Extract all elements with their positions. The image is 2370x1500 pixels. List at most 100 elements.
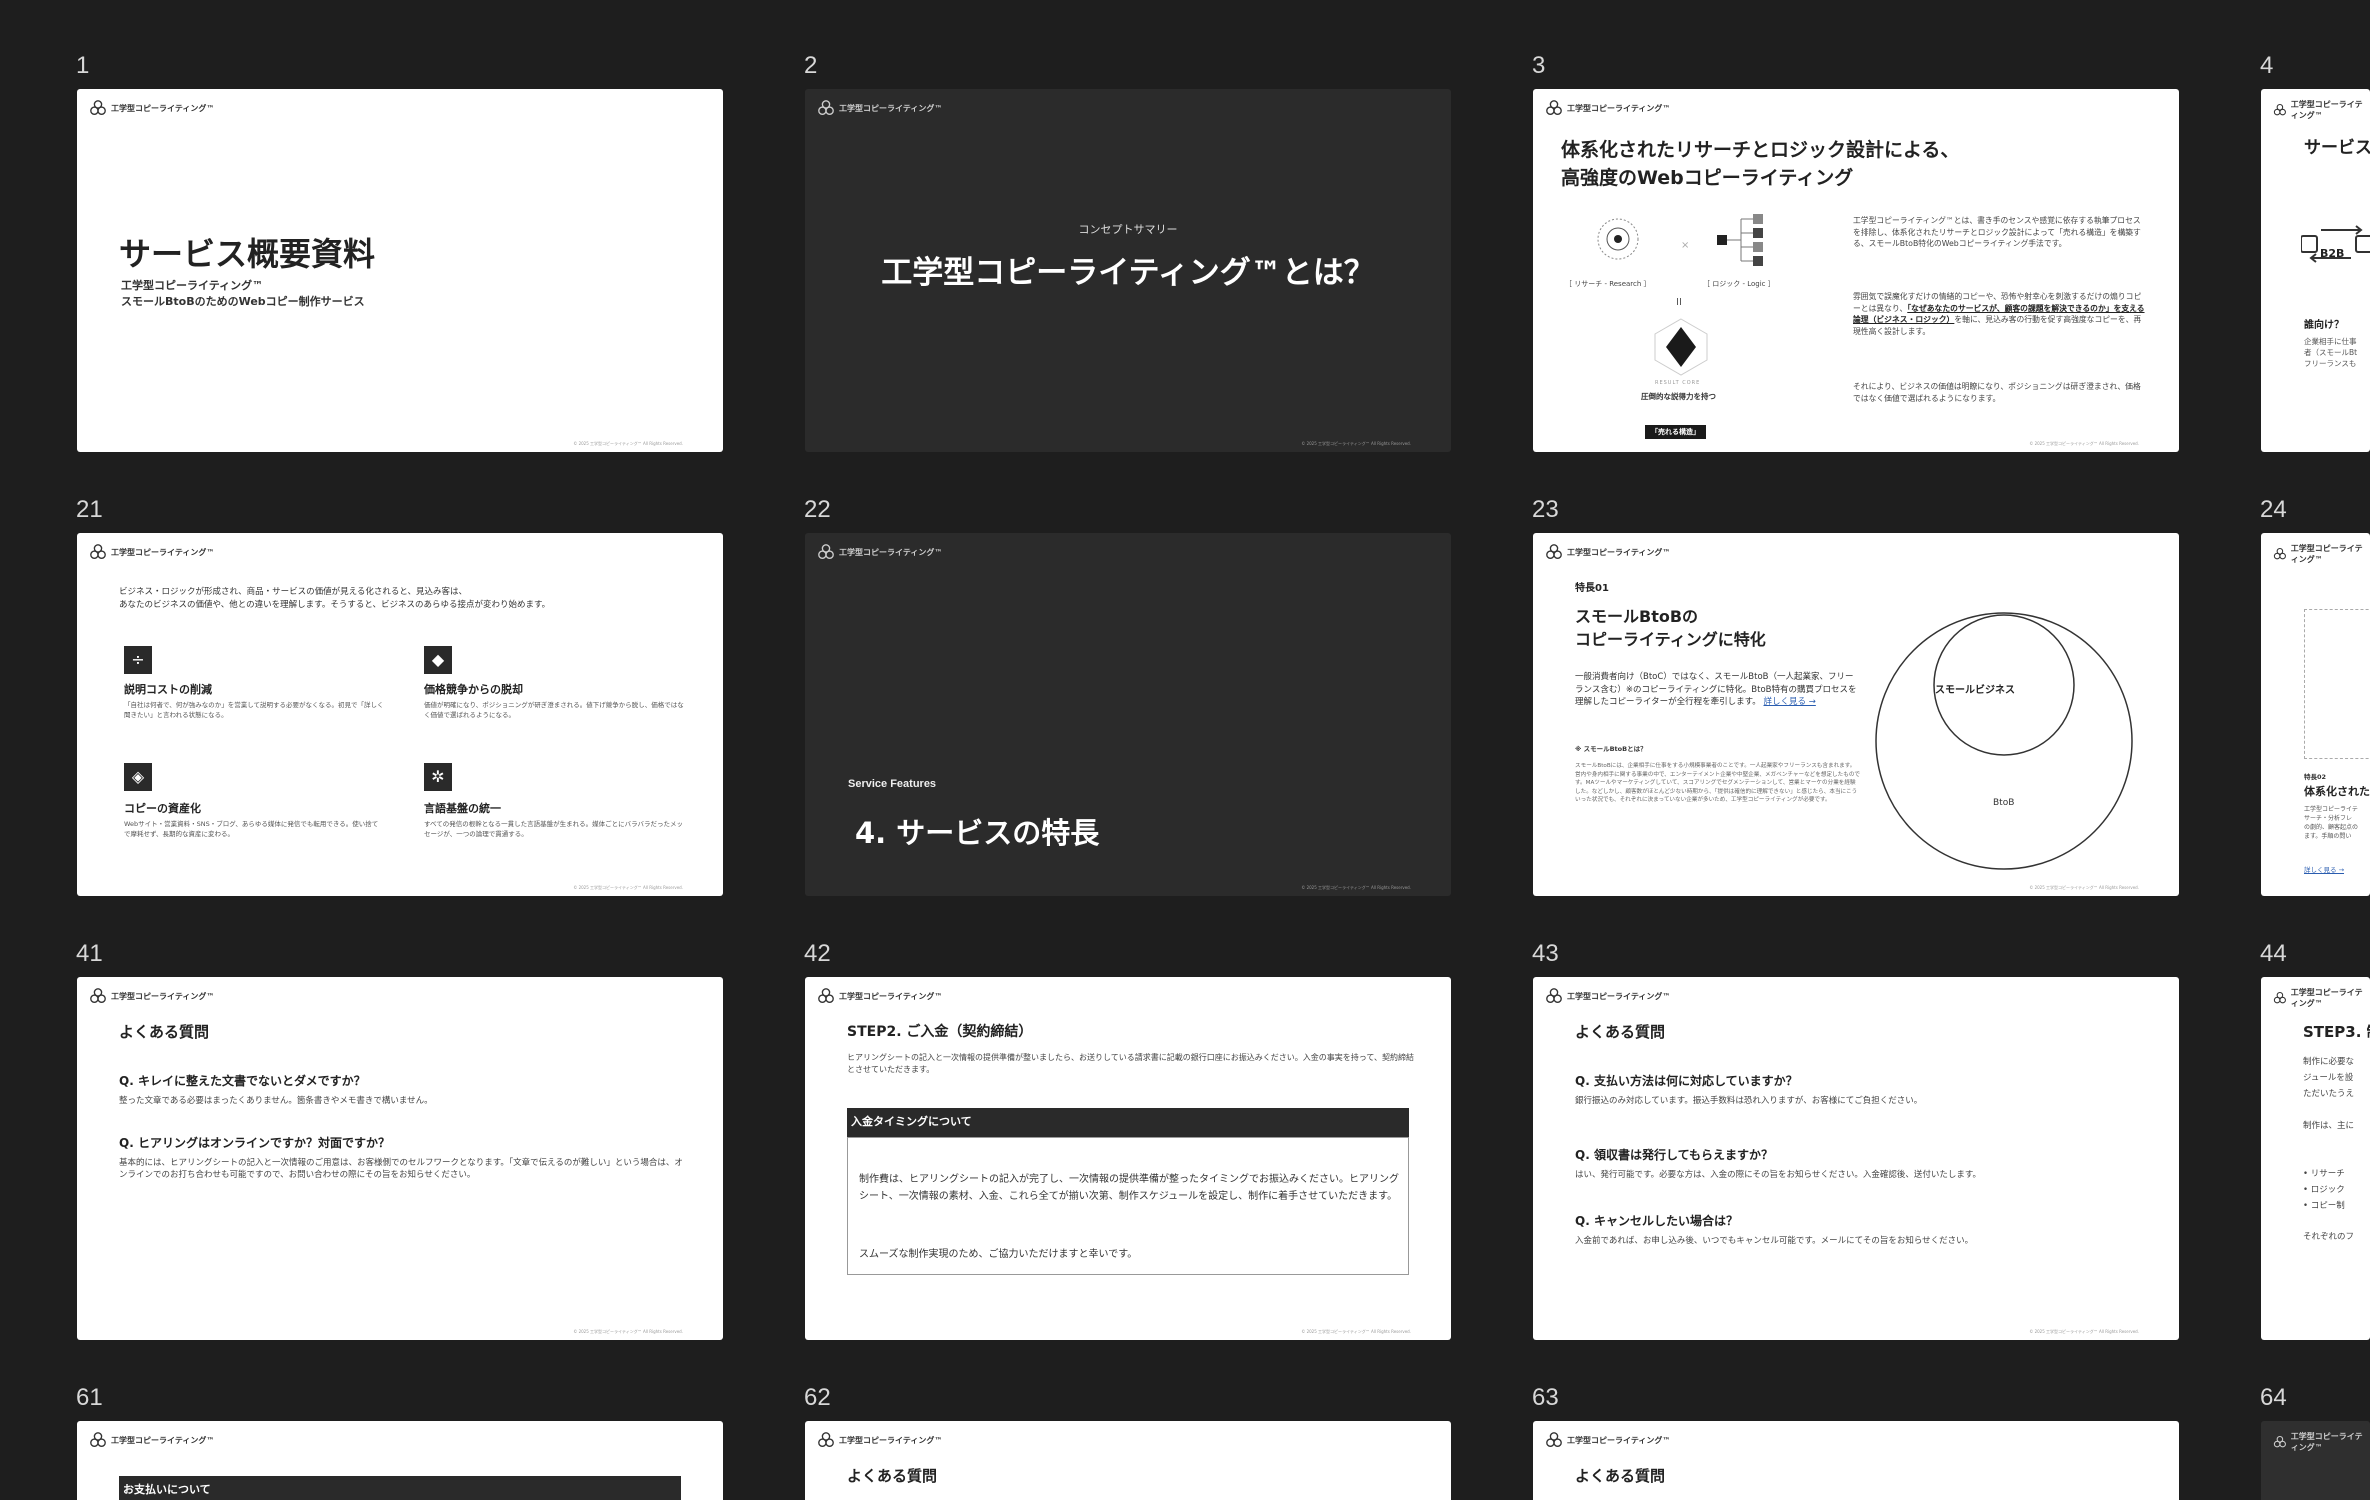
brand-logo: 工学型コピーライティング™ <box>817 1431 942 1449</box>
brand-logo: 工学型コピーライティング™ <box>89 543 214 561</box>
slide-thumbnail-3[interactable]: 工学型コピーライティング™ 体系化されたリサーチとロジック設計による、 高強度の… <box>1533 89 2179 452</box>
b2b-badge: B2B <box>2320 247 2345 260</box>
desc-line: の劇的、顧客起点の <box>2304 824 2359 831</box>
copyright: © 2025 工学型コピーライティング™ All Rights Reserved… <box>2029 885 2139 890</box>
chart-preview <box>2304 609 2370 759</box>
feature-title: コピーの資産化 <box>124 802 201 815</box>
faq-question: Q. キャンセルしたい場合は？ <box>1575 1214 1738 1228</box>
slide-thumbnail-4[interactable]: 工学型コピーライティング™ サービス概要 B2B 誰向け？ 企業相手に仕事 者（… <box>2261 89 2370 452</box>
faq-answer: 整った文章である必要はまったくありません。箇条書きやメモ書きで構いません。 <box>119 1096 433 1106</box>
slide-number: 22 <box>804 496 831 523</box>
slide-thumbnail-24[interactable]: 工学型コピーライティング™ 特長02 体系化された 工学型コピーライテ サーチ・… <box>2261 533 2370 896</box>
slide-thumbnail-43[interactable]: 工学型コピーライティング™ よくある質問 Q. 支払い方法は何に対応していますか… <box>1533 977 2179 1340</box>
brand-logo: 工学型コピーライティング™ <box>1545 987 1670 1005</box>
info-box-header: お支払いについて <box>119 1476 681 1500</box>
network-icon: ✲ <box>424 763 452 791</box>
brand-logo: 工学型コピーライティング™ <box>89 987 214 1005</box>
slide-thumbnail-21[interactable]: 工学型コピーライティング™ ビジネス・ロジックが形成され、商品・サービスの価値が… <box>77 533 723 896</box>
brand-logo: 工学型コピーライティング™ <box>1545 99 1670 117</box>
body-paragraph: それにより、ビジネスの価値は明瞭になり、ポジショニングは研ぎ澄まされ、価格ではな… <box>1853 382 2141 403</box>
brand-logo: 工学型コピーライティング™ <box>1545 1431 1670 1449</box>
feature-title: 言語基盤の統一 <box>424 802 501 815</box>
slide-thumbnail-64[interactable]: 工学型コピーライティング™ <box>2261 1421 2370 1500</box>
slide-number: 4 <box>2260 52 2274 79</box>
slide-thumbnail-61[interactable]: 工学型コピーライティング™ お支払いについて <box>77 1421 723 1500</box>
body-paragraph: 工学型コピーライティング™とは、書き手のセンスや感覚に依存する執筆プロセスを排除… <box>1853 216 2141 248</box>
slide-thumbnail-44[interactable]: 工学型コピーライティング™ STEP3. 制 制作に必要な ジュールを設 ただい… <box>2261 977 2370 1340</box>
times-icon: × <box>1681 240 1690 251</box>
brand-name: 工学型コピーライティング™ <box>839 1435 943 1445</box>
read-more-link[interactable]: 詳しく見る → <box>1764 697 1816 707</box>
desc-line: サーチ・分析フレ <box>2304 815 2353 822</box>
slide-title: STEP2. ご入金（契約締結） <box>847 1024 1033 1040</box>
note-body: スモールBtoBには、企業相手に仕事をする小規模事業者のことです。一人起業家やフ… <box>1575 763 1861 803</box>
answer-line: フリーランスも <box>2304 359 2357 368</box>
body-line: それぞれのフ <box>2303 1232 2355 1242</box>
logic-label: ［ ロジック - Logic ］ <box>1703 280 1775 288</box>
slide-thumbnail-63[interactable]: 工学型コピーライティング™ よくある質問 <box>1533 1421 2179 1500</box>
faq-answer: 基本的には、ヒアリングシートの記入と一次情報のご用意は、お客様側でのセルフワーク… <box>119 1158 683 1180</box>
divide-icon: ÷ <box>124 646 152 674</box>
brand-name: 工学型コピーライティング™ <box>111 1435 215 1445</box>
info-box-header: 入金タイミングについて <box>847 1108 1409 1137</box>
info-box-body: 制作費は、ヒアリングシートの記入が完了し、一次情報の提供準備が整ったタイミングで… <box>859 1174 1399 1202</box>
slide-thumbnail-23[interactable]: 工学型コピーライティング™ 特長01 スモールBtoBの コピーライティングに特… <box>1533 533 2179 896</box>
brand-name: 工学型コピーライティング™ <box>2290 544 2363 564</box>
slide-thumbnail-1[interactable]: 工学型コピーライティング™ サービス概要資料 工学型コピーライティング™ スモー… <box>77 89 723 452</box>
slide-title: 4. サービスの特長 <box>855 816 1100 850</box>
slide-thumbnail-42[interactable]: 工学型コピーライティング™ STEP2. ご入金（契約締結） ヒアリングシートの… <box>805 977 1451 1340</box>
brand-name: 工学型コピーライティング™ <box>839 547 943 557</box>
slide-thumbnail-2[interactable]: 工学型コピーライティング™ コンセプトサマリー 工学型コピーライティング™とは？… <box>805 89 1451 452</box>
copyright: © 2025 工学型コピーライティング™ All Rights Reserved… <box>2029 441 2139 446</box>
slide-title: サービス概要資料 <box>119 235 376 273</box>
venn-diagram <box>1875 612 2133 870</box>
brand-name: 工学型コピーライティング™ <box>2290 100 2363 120</box>
slide-title: よくある質問 <box>847 1467 938 1485</box>
slide-thumbnail-41[interactable]: 工学型コピーライティング™ よくある質問 Q. キレイに整えた文書でないとダメで… <box>77 977 723 1340</box>
slide-number: 41 <box>76 940 103 967</box>
slide-number: 24 <box>2260 496 2287 523</box>
copyright: © 2025 工学型コピーライティング™ All Rights Reserved… <box>1301 1329 1411 1334</box>
logo-icon <box>818 100 834 115</box>
copyright: © 2025 工学型コピーライティング™ All Rights Reserved… <box>573 441 683 446</box>
slide-thumbnail-22[interactable]: 工学型コピーライティング™ Service Features 4. サービスの特… <box>805 533 1451 896</box>
layers-icon: ◈ <box>124 763 152 791</box>
logo-icon <box>818 1432 834 1447</box>
feature-title: 価格競争からの脱却 <box>424 683 523 696</box>
brand-logo: 工学型コピーライティング™ <box>2273 1431 2370 1453</box>
faq-question: Q. 支払い方法は何に対応していますか？ <box>1575 1074 1798 1088</box>
brand-logo: 工学型コピーライティング™ <box>817 99 942 117</box>
copyright: © 2025 工学型コピーライティング™ All Rights Reserved… <box>1301 441 1411 446</box>
brand-name: 工学型コピーライティング™ <box>1567 1435 1671 1445</box>
brand-name: 工学型コピーライティング™ <box>1567 103 1671 113</box>
bullet-item: • ロジック <box>2303 1185 2345 1195</box>
slide-title: 体系化されたリサーチとロジック設計による、 <box>1561 139 1960 161</box>
logo-icon <box>1546 544 1562 559</box>
body-paragraph: 一般消費者向け（BtoC）ではなく、スモールBtoB（一人起業家、フリーランス含… <box>1575 672 1857 707</box>
copyright: © 2025 工学型コピーライティング™ All Rights Reserved… <box>573 1329 683 1334</box>
slide-title: よくある質問 <box>119 1023 210 1041</box>
core-label: RESULT CORE <box>1655 380 1701 386</box>
logo-icon <box>2273 1435 2286 1448</box>
feature-desc: すべての発信の根幹となる一貫した言語基盤が生まれる。媒体ごとにバラバラだったメッ… <box>424 820 684 838</box>
read-more-link[interactable]: 詳しく見る → <box>2304 864 2344 874</box>
question: 誰向け？ <box>2304 320 2344 331</box>
slide-subtitle: 工学型コピーライティング™ <box>121 279 264 292</box>
slide-title: スモールBtoBの <box>1575 607 1699 626</box>
body-line: ジュールを設 <box>2303 1073 2354 1083</box>
feature-tag: 特長02 <box>2304 773 2327 781</box>
brand-name: 工学型コピーライティング™ <box>839 103 943 113</box>
slide-number: 1 <box>76 52 90 79</box>
result-text: 圧倒的な説得力を持つ <box>1641 392 1716 401</box>
slide-number: 44 <box>2260 940 2287 967</box>
brand-logo: 工学型コピーライティング™ <box>2273 987 2370 1009</box>
logo-icon <box>2273 103 2286 116</box>
slide-thumbnail-62[interactable]: 工学型コピーライティング™ よくある質問 <box>805 1421 1451 1500</box>
slide-title: 体系化された <box>2304 785 2370 798</box>
info-box-body: スムーズな制作実現のため、ご協力いただけますと幸いです。 <box>859 1249 1138 1260</box>
slide-title: よくある質問 <box>1575 1467 1666 1485</box>
note-title: ※ スモールBtoBとは？ <box>1575 745 1647 753</box>
slide-number: 23 <box>1532 496 1559 523</box>
inner-label: スモールビジネス <box>1935 685 2015 696</box>
body-line: ただいたうえ <box>2303 1089 2355 1099</box>
